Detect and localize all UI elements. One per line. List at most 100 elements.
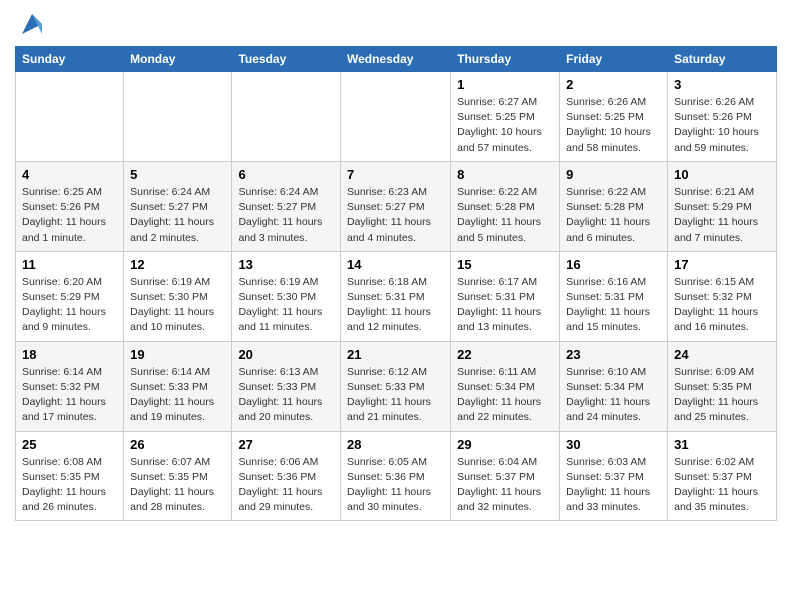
day-info: Sunrise: 6:14 AM Sunset: 5:32 PM Dayligh…	[22, 365, 117, 426]
calendar-cell: 14 Sunrise: 6:18 AM Sunset: 5:31 PM Dayli…	[340, 251, 450, 341]
calendar-cell: 1 Sunrise: 6:27 AM Sunset: 5:25 PM Daylig…	[451, 72, 560, 162]
day-number: 5	[130, 167, 225, 182]
calendar-cell: 16 Sunrise: 6:16 AM Sunset: 5:31 PM Dayli…	[560, 251, 668, 341]
column-header-thursday: Thursday	[451, 47, 560, 72]
day-number: 27	[238, 437, 334, 452]
column-header-friday: Friday	[560, 47, 668, 72]
day-info: Sunrise: 6:10 AM Sunset: 5:34 PM Dayligh…	[566, 365, 661, 426]
calendar-cell: 12 Sunrise: 6:19 AM Sunset: 5:30 PM Dayli…	[124, 251, 232, 341]
calendar-cell: 20Sunrise: 6:13 AM Sunset: 5:33 PM Dayli…	[232, 341, 341, 431]
calendar-cell: 30 Sunrise: 6:03 AM Sunset: 5:37 PM Dayli…	[560, 431, 668, 521]
calendar-cell	[16, 72, 124, 162]
day-info: Sunrise: 6:14 AM Sunset: 5:33 PM Dayligh…	[130, 365, 225, 426]
calendar-cell: 31 Sunrise: 6:02 AM Sunset: 5:37 PM Dayli…	[668, 431, 777, 521]
calendar-cell: 21 Sunrise: 6:12 AM Sunset: 5:33 PM Dayli…	[340, 341, 450, 431]
day-info: Sunrise: 6:16 AM Sunset: 5:31 PM Dayligh…	[566, 275, 661, 336]
day-number: 18	[22, 347, 117, 362]
day-number: 30	[566, 437, 661, 452]
day-info: Sunrise: 6:12 AM Sunset: 5:33 PM Dayligh…	[347, 365, 444, 426]
day-info: Sunrise: 6:15 AM Sunset: 5:32 PM Dayligh…	[674, 275, 770, 336]
day-number: 25	[22, 437, 117, 452]
day-info: Sunrise: 6:22 AM Sunset: 5:28 PM Dayligh…	[566, 185, 661, 246]
calendar-cell: 13Sunrise: 6:19 AM Sunset: 5:30 PM Dayli…	[232, 251, 341, 341]
day-number: 7	[347, 167, 444, 182]
day-info: Sunrise: 6:26 AM Sunset: 5:26 PM Dayligh…	[674, 95, 770, 156]
page-header	[15, 10, 777, 38]
calendar-cell: 9 Sunrise: 6:22 AM Sunset: 5:28 PM Daylig…	[560, 161, 668, 251]
day-info: Sunrise: 6:06 AM Sunset: 5:36 PM Dayligh…	[238, 455, 334, 516]
calendar-cell: 25 Sunrise: 6:08 AM Sunset: 5:35 PM Dayli…	[16, 431, 124, 521]
calendar-cell: 10 Sunrise: 6:21 AM Sunset: 5:29 PM Dayli…	[668, 161, 777, 251]
calendar-cell: 23 Sunrise: 6:10 AM Sunset: 5:34 PM Dayli…	[560, 341, 668, 431]
day-info: Sunrise: 6:04 AM Sunset: 5:37 PM Dayligh…	[457, 455, 553, 516]
day-info: Sunrise: 6:07 AM Sunset: 5:35 PM Dayligh…	[130, 455, 225, 516]
calendar-cell	[232, 72, 341, 162]
day-info: Sunrise: 6:03 AM Sunset: 5:37 PM Dayligh…	[566, 455, 661, 516]
day-number: 20	[238, 347, 334, 362]
column-header-sunday: Sunday	[16, 47, 124, 72]
day-number: 16	[566, 257, 661, 272]
calendar-week-row: 25 Sunrise: 6:08 AM Sunset: 5:35 PM Dayli…	[16, 431, 777, 521]
calendar-cell: 5 Sunrise: 6:24 AM Sunset: 5:27 PM Daylig…	[124, 161, 232, 251]
day-number: 4	[22, 167, 117, 182]
day-info: Sunrise: 6:24 AM Sunset: 5:27 PM Dayligh…	[130, 185, 225, 246]
calendar-cell: 28 Sunrise: 6:05 AM Sunset: 5:36 PM Dayli…	[340, 431, 450, 521]
day-number: 8	[457, 167, 553, 182]
calendar-cell: 11Sunrise: 6:20 AM Sunset: 5:29 PM Dayli…	[16, 251, 124, 341]
calendar-cell	[340, 72, 450, 162]
day-number: 21	[347, 347, 444, 362]
day-info: Sunrise: 6:09 AM Sunset: 5:35 PM Dayligh…	[674, 365, 770, 426]
day-number: 26	[130, 437, 225, 452]
calendar-cell: 7 Sunrise: 6:23 AM Sunset: 5:27 PM Daylig…	[340, 161, 450, 251]
logo-icon	[18, 10, 46, 38]
day-number: 12	[130, 257, 225, 272]
day-number: 24	[674, 347, 770, 362]
calendar-cell: 19 Sunrise: 6:14 AM Sunset: 5:33 PM Dayli…	[124, 341, 232, 431]
day-number: 6	[238, 167, 334, 182]
day-number: 28	[347, 437, 444, 452]
day-info: Sunrise: 6:19 AM Sunset: 5:30 PM Dayligh…	[130, 275, 225, 336]
calendar-week-row: 18 Sunrise: 6:14 AM Sunset: 5:32 PM Dayli…	[16, 341, 777, 431]
day-number: 9	[566, 167, 661, 182]
column-header-wednesday: Wednesday	[340, 47, 450, 72]
column-header-tuesday: Tuesday	[232, 47, 341, 72]
calendar-table: SundayMondayTuesdayWednesdayThursdayFrid…	[15, 46, 777, 521]
day-number: 2	[566, 77, 661, 92]
calendar-cell: 2Sunrise: 6:26 AM Sunset: 5:25 PM Daylig…	[560, 72, 668, 162]
day-info: Sunrise: 6:21 AM Sunset: 5:29 PM Dayligh…	[674, 185, 770, 246]
day-info: Sunrise: 6:24 AM Sunset: 5:27 PM Dayligh…	[238, 185, 334, 246]
calendar-week-row: 1 Sunrise: 6:27 AM Sunset: 5:25 PM Daylig…	[16, 72, 777, 162]
calendar-cell: 15Sunrise: 6:17 AM Sunset: 5:31 PM Dayli…	[451, 251, 560, 341]
column-header-saturday: Saturday	[668, 47, 777, 72]
calendar-cell	[124, 72, 232, 162]
day-info: Sunrise: 6:17 AM Sunset: 5:31 PM Dayligh…	[457, 275, 553, 336]
day-info: Sunrise: 6:18 AM Sunset: 5:31 PM Dayligh…	[347, 275, 444, 336]
day-info: Sunrise: 6:25 AM Sunset: 5:26 PM Dayligh…	[22, 185, 117, 246]
day-info: Sunrise: 6:20 AM Sunset: 5:29 PM Dayligh…	[22, 275, 117, 336]
day-info: Sunrise: 6:05 AM Sunset: 5:36 PM Dayligh…	[347, 455, 444, 516]
day-info: Sunrise: 6:11 AM Sunset: 5:34 PM Dayligh…	[457, 365, 553, 426]
calendar-cell: 6 Sunrise: 6:24 AM Sunset: 5:27 PM Daylig…	[232, 161, 341, 251]
column-header-monday: Monday	[124, 47, 232, 72]
day-number: 22	[457, 347, 553, 362]
day-info: Sunrise: 6:19 AM Sunset: 5:30 PM Dayligh…	[238, 275, 334, 336]
day-info: Sunrise: 6:22 AM Sunset: 5:28 PM Dayligh…	[457, 185, 553, 246]
day-info: Sunrise: 6:23 AM Sunset: 5:27 PM Dayligh…	[347, 185, 444, 246]
day-number: 31	[674, 437, 770, 452]
calendar-cell: 27 Sunrise: 6:06 AM Sunset: 5:36 PM Dayli…	[232, 431, 341, 521]
calendar-header-row: SundayMondayTuesdayWednesdayThursdayFrid…	[16, 47, 777, 72]
day-number: 14	[347, 257, 444, 272]
day-number: 19	[130, 347, 225, 362]
day-info: Sunrise: 6:27 AM Sunset: 5:25 PM Dayligh…	[457, 95, 553, 156]
day-number: 1	[457, 77, 553, 92]
day-number: 23	[566, 347, 661, 362]
calendar-cell: 3 Sunrise: 6:26 AM Sunset: 5:26 PM Daylig…	[668, 72, 777, 162]
calendar-cell: 22 Sunrise: 6:11 AM Sunset: 5:34 PM Dayli…	[451, 341, 560, 431]
day-number: 10	[674, 167, 770, 182]
calendar-cell: 18 Sunrise: 6:14 AM Sunset: 5:32 PM Dayli…	[16, 341, 124, 431]
day-info: Sunrise: 6:02 AM Sunset: 5:37 PM Dayligh…	[674, 455, 770, 516]
calendar-cell: 29Sunrise: 6:04 AM Sunset: 5:37 PM Dayli…	[451, 431, 560, 521]
day-info: Sunrise: 6:08 AM Sunset: 5:35 PM Dayligh…	[22, 455, 117, 516]
calendar-cell: 8 Sunrise: 6:22 AM Sunset: 5:28 PM Daylig…	[451, 161, 560, 251]
day-number: 3	[674, 77, 770, 92]
